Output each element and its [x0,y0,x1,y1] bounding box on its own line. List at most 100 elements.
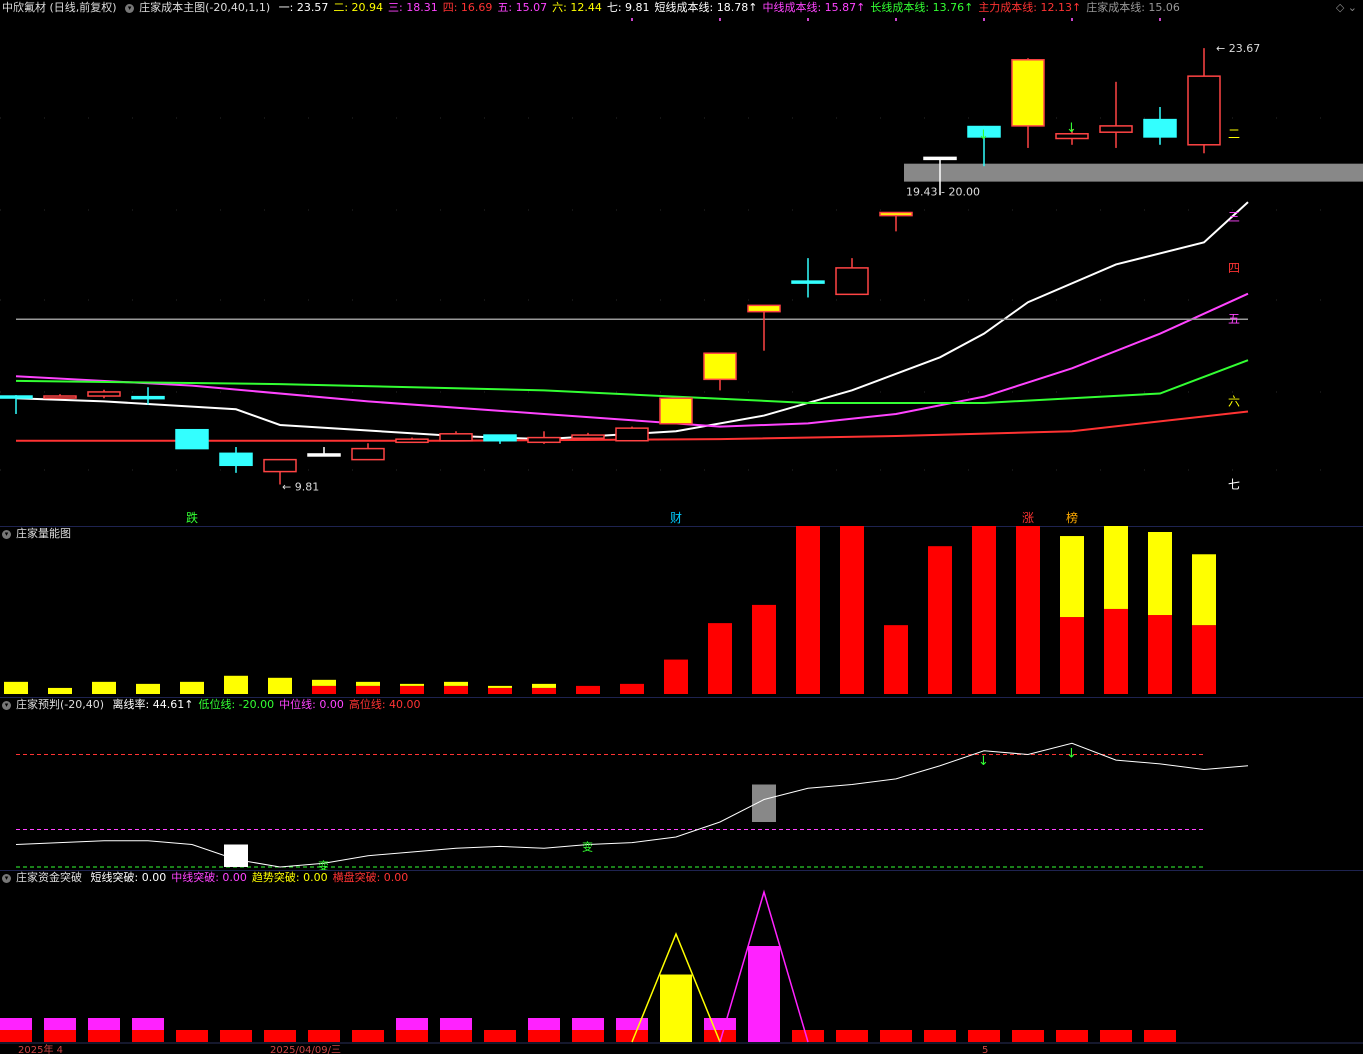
candlestick-chart: 19.43 - 20.00 ← 23.67 ← 9.81 二三四五六七跌 财 涨 榜 ↓ ↓ [0,18,1363,525]
breakout-bar-magenta [528,1018,560,1030]
volume-bar-red [620,683,644,694]
level-label-4: 六 [1228,395,1240,409]
breakout-bar-red [352,1030,384,1042]
candle-body [835,267,869,296]
volume-bar-yellow [312,679,336,686]
candle-body [395,438,429,444]
breakout-bar-red [1144,1030,1176,1042]
volume-bar-red [928,546,952,694]
volume-bar-yellow [356,681,380,686]
candle-body [1143,118,1177,138]
cost-line-长线成本线 [15,359,1249,404]
candle-body [351,447,385,461]
breakout-bar-red [440,1030,472,1042]
volume-bar-red [1192,625,1216,694]
breakout-bar-red [88,1030,120,1042]
tick-dot [807,18,809,21]
candle-body [1011,59,1045,127]
volume-bar-yellow [532,683,556,688]
volume-bar-red [1016,526,1040,694]
breakout-bar-red [484,1030,516,1042]
volume-bar-yellow [180,681,204,694]
volume-bar-red [576,685,600,694]
candle-body [879,211,913,217]
level-label-5: 七 [1228,477,1240,491]
volume-bar-red [708,623,732,694]
volume-bar-red [312,685,336,694]
deviation-line [15,742,1249,868]
down-arrow-icon: ↓ [1066,746,1077,761]
breakout-bar-red [924,1030,956,1042]
candle-body [747,304,781,313]
breakout-bar-red [308,1030,340,1042]
breakout-bar-red [880,1030,912,1042]
breakout-bar-yellow [660,974,692,1042]
candle-body [1099,125,1133,133]
marker-1: 财 [670,511,682,525]
down-arrow-icon: ↓ [978,754,989,769]
tick-dot [1159,18,1161,21]
volume-bar-yellow [136,683,160,694]
main-panel: 中欣氟材 (日线,前复权) ▾ 庄家成本主图(-20,40,1,1) 一: 23.… [0,0,1363,527]
breakout-bar-red [0,1030,32,1042]
volume-bar-red [1104,608,1128,694]
volume-bar-yellow [4,681,28,694]
candle-body [439,433,473,442]
volume-bar-red [400,685,424,694]
volume-bar-red [532,687,556,694]
volume-chart [4,526,1216,694]
candle-body [307,453,341,457]
breakout-bar-magenta [88,1018,120,1030]
breakout-bar-magenta [132,1018,164,1030]
volume-bar-yellow [1104,526,1128,609]
volume-bar-yellow [400,683,424,686]
forecast-chart: 变变↓ ↓ [15,742,1249,870]
marker-3: 榜 [1066,510,1078,525]
volume-bar-red [972,526,996,694]
volume-bar-yellow [92,681,116,694]
breakout-bar-magenta [396,1018,428,1030]
volume-bar-yellow [224,675,248,694]
breakout-chart: 2025年 4 2025/04/09/三 5 [0,889,1363,1054]
breakout-bar-red [1012,1030,1044,1042]
high-label: ← 23.67 [1216,42,1260,55]
resistance-zone [904,163,1363,182]
volume-bar-red [444,685,468,694]
breakout-bar-magenta [440,1018,472,1030]
marker-2: 涨 [1022,510,1034,525]
level-label-3: 五 [1228,312,1240,326]
date-label-0: 2025年 4 [18,1043,63,1054]
volume-bar-yellow [1060,536,1084,618]
breakout-bar-red [264,1030,296,1042]
volume-bar-red [1148,615,1172,694]
volume-bar-yellow [444,681,468,686]
volume-bar-yellow [1192,554,1216,626]
volume-bar-red [1060,617,1084,694]
candle-body [219,452,253,467]
date-label-1: 2025/04/09/三 [270,1045,341,1054]
volume-bar-yellow [268,677,292,694]
volume-bar-yellow [1148,532,1172,616]
volume-bar-red [488,687,512,694]
candle-body [483,434,517,442]
volume-bar-red [796,526,820,694]
volume-panel: ▾ 庄家量能图 [0,526,1363,698]
breakout-bar-red [528,1030,560,1042]
level-label-1: 三 [1228,210,1240,224]
candle-body [791,280,825,284]
cost-line-短线成本线 [15,201,1249,441]
breakout-bar-red [968,1030,1000,1042]
candle-body [571,434,605,439]
breakout-bar-magenta [704,1018,736,1030]
breakout-bar-magenta [616,1018,648,1030]
candle-body [703,352,737,381]
volume-bar-red [884,625,908,694]
volume-bar-red [752,604,776,694]
volume-bar-yellow [488,685,512,688]
candle-body [527,436,561,444]
breakout-bar-red [1100,1030,1132,1042]
volume-bar-red [664,659,688,694]
tick-dot [983,18,985,21]
level-label-0: 二 [1228,127,1240,141]
down-arrow-icon: ↓ [1066,121,1077,136]
